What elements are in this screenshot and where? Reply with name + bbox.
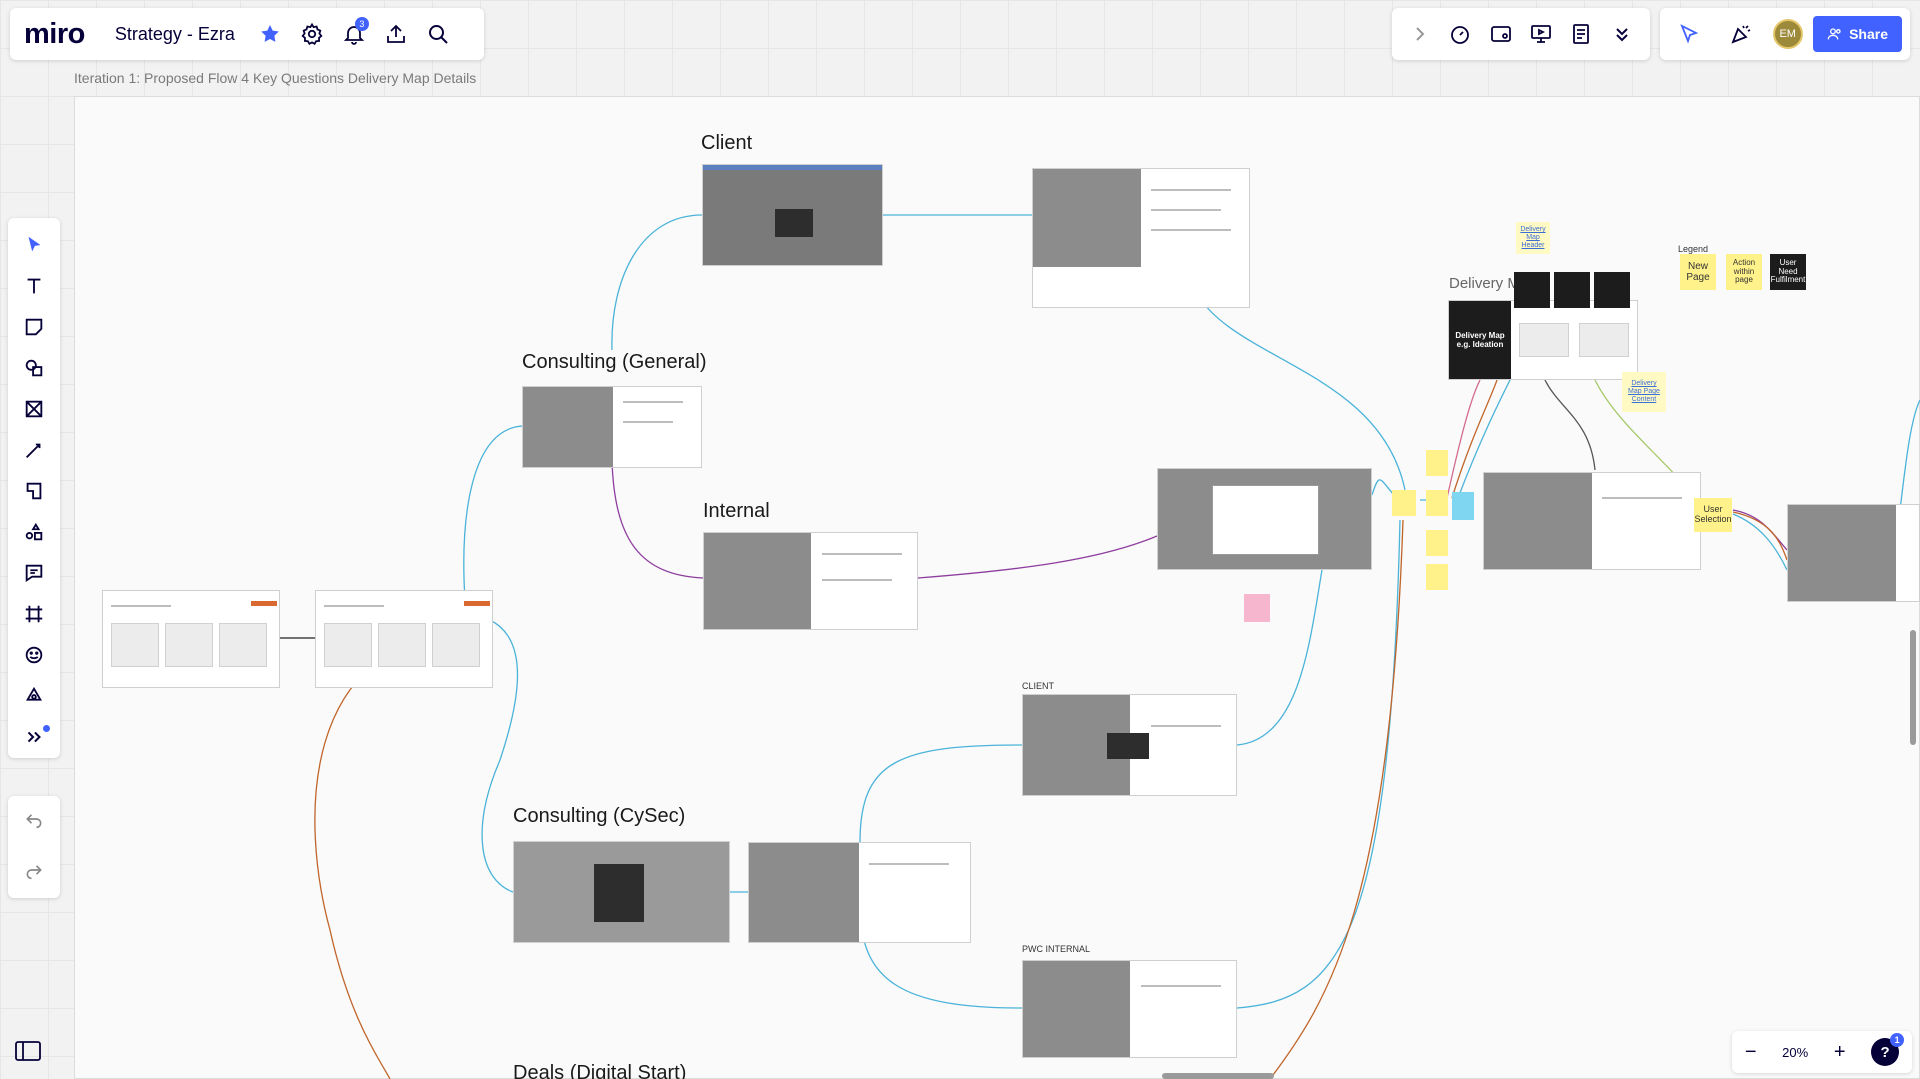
frame-icon[interactable]: [12, 594, 56, 635]
screen-thumbnail[interactable]: [522, 386, 702, 468]
sticky-black[interactable]: [1514, 272, 1550, 308]
sticky-user-selection[interactable]: User Selection: [1694, 498, 1732, 532]
screen-thumbnail[interactable]: [703, 532, 918, 630]
user-avatar[interactable]: EM: [1772, 19, 1803, 49]
section-title-client[interactable]: Client: [701, 132, 752, 155]
share-button[interactable]: Share: [1813, 16, 1902, 52]
upload-icon[interactable]: [375, 13, 417, 55]
board-name[interactable]: Strategy - Ezra: [115, 24, 235, 45]
template-icon[interactable]: [12, 470, 56, 511]
sticky-black[interactable]: [1554, 272, 1590, 308]
legend-user-need[interactable]: User Need Fulfilment: [1770, 254, 1806, 290]
screen-thumbnail[interactable]: [748, 842, 971, 943]
creation-toolbar: [8, 218, 60, 758]
sticky-note[interactable]: [1244, 594, 1270, 622]
vertical-scrollbar[interactable]: [1910, 630, 1916, 745]
screen-thumbnail[interactable]: [702, 164, 883, 266]
sidebar-toggle-icon[interactable]: [14, 1040, 42, 1062]
screen-thumbnail[interactable]: [1157, 468, 1372, 570]
sticky-note[interactable]: [1426, 490, 1448, 516]
sticky-delivery-map-ideation[interactable]: Delivery Map e.g. Ideation: [1449, 301, 1511, 379]
section-title-internal[interactable]: Internal: [703, 500, 770, 523]
users-icon: [1827, 28, 1841, 40]
ai-icon[interactable]: [12, 676, 56, 717]
collaboration-toolbar: [1392, 8, 1650, 60]
screen-thumbnail[interactable]: [1483, 472, 1701, 570]
notes-icon[interactable]: [1561, 13, 1601, 55]
sticky-note[interactable]: [1426, 450, 1448, 476]
section-title-consulting-cysec[interactable]: Consulting (CySec): [513, 805, 685, 828]
notification-badge: 3: [354, 17, 369, 31]
sticky-note[interactable]: [1426, 564, 1448, 590]
share-button-label: Share: [1849, 26, 1888, 42]
gear-icon[interactable]: [291, 13, 333, 55]
chevron-down-icon[interactable]: [1602, 13, 1642, 55]
screen-thumbnail[interactable]: [102, 590, 280, 688]
screen-thumbnail[interactable]: [315, 590, 493, 688]
sticky-black[interactable]: [1594, 272, 1630, 308]
sticky-note[interactable]: [1426, 530, 1448, 556]
legend-title[interactable]: Legend: [1678, 244, 1708, 254]
screen-thumbnail[interactable]: [1022, 694, 1237, 796]
share-toolbar: EM Share: [1660, 8, 1910, 60]
zoom-level[interactable]: 20%: [1782, 1045, 1808, 1060]
screen-thumbnail[interactable]: [1032, 168, 1250, 308]
label-client-small[interactable]: CLIENT: [1022, 681, 1054, 691]
sticky-note[interactable]: [1392, 490, 1416, 516]
sticky-delivery-map-page-content[interactable]: Delivery Map Page Content: [1622, 372, 1666, 412]
section-title-deals[interactable]: Deals (Digital Start): [513, 1062, 686, 1079]
sticky-note-icon[interactable]: [12, 306, 56, 347]
sticky-note[interactable]: [1452, 492, 1474, 520]
frame-placeholder-icon[interactable]: [12, 388, 56, 429]
select-tool-icon[interactable]: [12, 224, 56, 265]
board-card-icon[interactable]: [1481, 13, 1521, 55]
new-indicator-dot: [43, 724, 50, 732]
board-frame[interactable]: [74, 96, 1920, 1079]
legend-action-within-page[interactable]: Action within page: [1726, 254, 1762, 290]
section-title-consulting-general[interactable]: Consulting (General): [522, 351, 707, 374]
redo-icon[interactable]: [24, 860, 44, 885]
horizontal-scrollbar[interactable]: [1162, 1073, 1274, 1079]
celebrate-icon[interactable]: [1720, 13, 1762, 55]
help-badge: 1: [1890, 1033, 1905, 1047]
undo-icon[interactable]: [24, 809, 44, 834]
chevron-right-icon[interactable]: [1400, 13, 1440, 55]
label-pwc-internal[interactable]: PWC INTERNAL: [1022, 944, 1090, 954]
presentation-icon[interactable]: [1521, 13, 1561, 55]
timer-icon[interactable]: [1440, 13, 1480, 55]
zoom-in-icon[interactable]: +: [1834, 1041, 1846, 1064]
pen-icon[interactable]: [12, 429, 56, 470]
label-delivery-map-partial[interactable]: Delivery M: [1449, 275, 1520, 292]
undo-redo-panel: [8, 796, 60, 898]
screen-thumbnail[interactable]: [1022, 960, 1237, 1058]
diagram-icon[interactable]: [12, 512, 56, 553]
delivery-map-preview[interactable]: Delivery Map e.g. Ideation: [1448, 300, 1638, 380]
frame-label[interactable]: Iteration 1: Proposed Flow 4 Key Questio…: [74, 70, 476, 86]
emoji-icon[interactable]: [12, 635, 56, 676]
shapes-icon[interactable]: [12, 347, 56, 388]
more-tools-icon[interactable]: [12, 717, 56, 758]
zoom-out-icon[interactable]: −: [1745, 1041, 1757, 1064]
miro-logo[interactable]: miro: [24, 18, 85, 51]
star-icon[interactable]: [249, 13, 291, 55]
search-icon[interactable]: [417, 13, 459, 55]
screen-thumbnail[interactable]: [513, 841, 730, 943]
board-header-panel: miro Strategy - Ezra 3: [10, 8, 484, 60]
cursor-flag-icon[interactable]: [1668, 13, 1710, 55]
zoom-controls: − 20% + ? 1: [1732, 1031, 1912, 1073]
help-icon[interactable]: ? 1: [1871, 1033, 1905, 1066]
comment-icon[interactable]: [12, 553, 56, 594]
screen-thumbnail[interactable]: [1787, 504, 1920, 602]
sticky-delivery-map-header[interactable]: Delivery Map Header: [1516, 222, 1550, 254]
bell-icon[interactable]: 3: [333, 13, 375, 55]
text-tool-icon[interactable]: [12, 265, 56, 306]
legend-new-page[interactable]: New Page: [1680, 254, 1716, 290]
